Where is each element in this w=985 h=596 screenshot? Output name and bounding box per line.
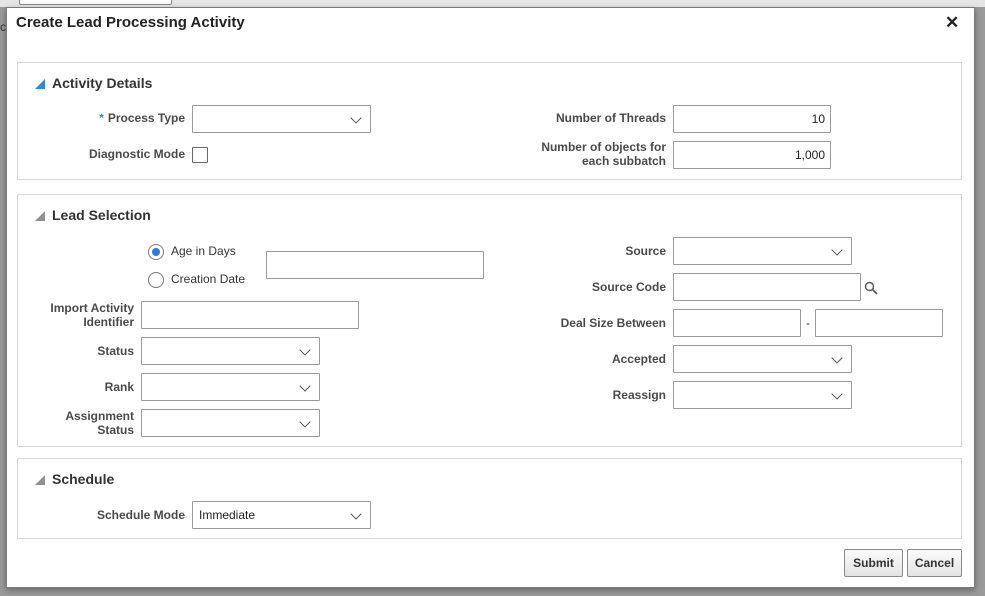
dialog-title: Create Lead Processing Activity (16, 14, 245, 31)
close-icon[interactable]: ✕ (945, 13, 959, 33)
objects-per-subbatch-label: Number of objects for each subbatch (541, 140, 666, 168)
source-select[interactable] (673, 237, 852, 265)
rank-select[interactable] (141, 373, 320, 401)
lead-selection-title: Lead Selection (52, 207, 151, 223)
create-lead-processing-dialog: Create Lead Processing Activity ✕ Activi… (6, 7, 975, 588)
chevron-down-icon (831, 352, 843, 364)
deal-size-label: Deal Size Between (560, 316, 666, 330)
process-type-label: * Process Type (99, 111, 185, 125)
reassign-select[interactable] (673, 381, 852, 409)
chevron-down-icon (350, 112, 362, 124)
background-tab (19, 0, 172, 5)
search-icon[interactable] (864, 281, 878, 295)
import-activity-input[interactable] (141, 301, 359, 329)
lead-selection-section: Lead Selection Age in Days Creation Date… (17, 194, 962, 447)
process-type-select[interactable] (192, 105, 371, 133)
source-code-label: Source Code (591, 280, 666, 294)
required-marker: * (99, 111, 104, 125)
chevron-down-icon (299, 416, 311, 428)
source-code-input[interactable] (673, 273, 861, 301)
chevron-down-icon (831, 244, 843, 256)
creation-date-label: Creation Date (171, 272, 246, 286)
age-in-days-radio[interactable] (148, 244, 164, 260)
import-activity-label-line1: Import Activity (50, 301, 134, 315)
age-in-days-label: Age in Days (171, 244, 236, 258)
status-select[interactable] (141, 337, 320, 365)
rank-label: Rank (104, 380, 134, 394)
import-activity-label: Import Activity Identifier (50, 301, 134, 329)
chevron-down-icon (299, 380, 311, 392)
source-label: Source (625, 244, 666, 258)
diagnostic-mode-checkbox[interactable] (192, 147, 208, 163)
cancel-button[interactable]: Cancel (907, 549, 962, 577)
objects-per-subbatch-value: 1,000 (794, 148, 825, 162)
objects-per-subbatch-label-line2: each subbatch (581, 154, 666, 168)
collapse-triangle-icon (35, 211, 45, 221)
accepted-label: Accepted (611, 352, 666, 366)
schedule-mode-value: Immediate (199, 508, 256, 522)
chevron-down-icon (350, 508, 362, 520)
assignment-status-label: Assignment Status (65, 409, 134, 437)
chevron-down-icon (831, 388, 843, 400)
schedule-mode-label: Schedule Mode (96, 508, 185, 522)
creation-date-radio[interactable] (148, 272, 164, 288)
status-label: Status (97, 344, 134, 358)
assignment-status-label-line2: Status (97, 423, 134, 437)
assignment-status-select[interactable] (141, 409, 320, 437)
activity-details-title: Activity Details (52, 75, 153, 91)
number-of-threads-value: 10 (811, 112, 825, 126)
schedule-section: Schedule Schedule Mode Immediate (17, 458, 962, 539)
deal-size-to-input[interactable] (815, 309, 943, 337)
diagnostic-mode-label: Diagnostic Mode (88, 147, 185, 161)
objects-per-subbatch-label-line1: Number of objects for (541, 140, 666, 154)
collapse-triangle-icon (35, 475, 45, 485)
reassign-label: Reassign (612, 388, 666, 402)
deal-size-separator: - (806, 316, 810, 330)
objects-per-subbatch-input[interactable]: 1,000 (673, 141, 831, 169)
number-of-threads-input[interactable]: 10 (673, 105, 831, 133)
chevron-down-icon (299, 344, 311, 356)
process-type-label-text: Process Type (107, 111, 185, 125)
accepted-select[interactable] (673, 345, 852, 373)
schedule-mode-select[interactable]: Immediate (192, 501, 371, 529)
age-value-input[interactable] (266, 251, 484, 279)
import-activity-label-line2: Identifier (83, 315, 134, 329)
deal-size-from-input[interactable] (673, 309, 801, 337)
submit-button[interactable]: Submit (844, 549, 903, 577)
schedule-title: Schedule (52, 471, 115, 487)
collapse-triangle-icon (35, 79, 45, 89)
activity-details-section: Activity Details * Process Type Diagnosti… (17, 62, 962, 180)
number-of-threads-label: Number of Threads (555, 111, 666, 125)
assignment-status-label-line1: Assignment (65, 409, 134, 423)
